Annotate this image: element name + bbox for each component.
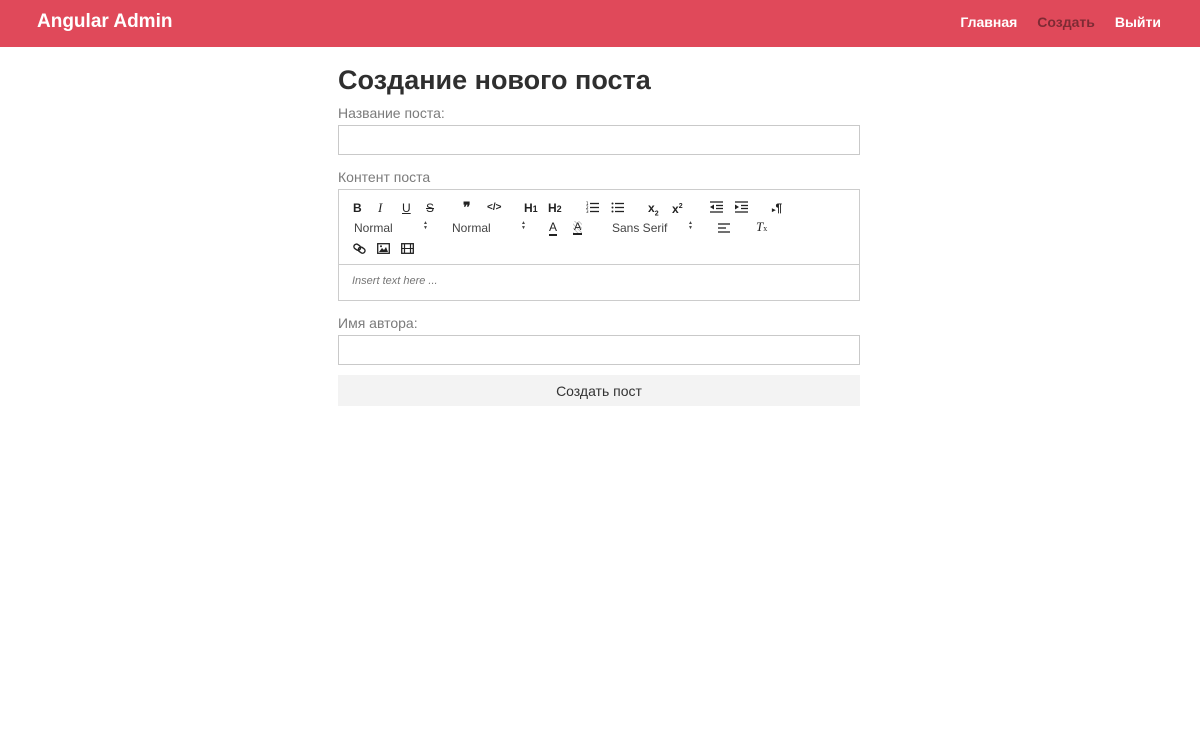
- header-picker[interactable]: Normal ▲ ▼: [354, 220, 429, 236]
- header-picker-label: Normal: [354, 221, 393, 235]
- outdent-icon[interactable]: [710, 201, 724, 213]
- navbar: Angular Admin Главная Создать Выйти: [0, 0, 1200, 47]
- font-picker-label: Sans Serif: [612, 221, 668, 235]
- editor-placeholder: Insert text here ...: [352, 275, 438, 287]
- link-icon[interactable]: [353, 243, 366, 254]
- svg-text:3: 3: [586, 209, 589, 214]
- bold-button[interactable]: B: [353, 201, 362, 215]
- align-left-icon[interactable]: [718, 223, 731, 233]
- code-block-button[interactable]: </>: [487, 201, 501, 215]
- create-post-button[interactable]: Создать пост: [338, 375, 860, 406]
- blockquote-button[interactable]: ❞: [463, 200, 471, 214]
- picker-arrows-icon: ▲ ▼: [688, 220, 693, 231]
- header2-button[interactable]: H2: [548, 201, 562, 216]
- post-content-label: Контент поста: [338, 169, 431, 185]
- image-icon[interactable]: [377, 243, 390, 254]
- nav-link-home[interactable]: Главная: [960, 14, 1017, 30]
- create-post-form: Создание нового поста Название поста: Ко…: [338, 64, 860, 406]
- bullet-list-icon[interactable]: [611, 201, 625, 214]
- editor-content-area[interactable]: Insert text here ...: [339, 265, 859, 300]
- nav-link-create[interactable]: Создать: [1037, 14, 1095, 30]
- superscript-button[interactable]: x2: [672, 200, 683, 216]
- subscript-button[interactable]: x2: [648, 201, 659, 221]
- background-color-icon[interactable]: A: [573, 220, 583, 235]
- italic-button[interactable]: I: [378, 201, 382, 215]
- editor-toolbar: B I U S ❞ </> H1 H2 123 x2 x2 ▸¶ Normal …: [339, 190, 859, 265]
- underline-button[interactable]: U: [402, 201, 411, 215]
- post-title-input[interactable]: [338, 125, 860, 155]
- size-picker[interactable]: Normal ▲ ▼: [452, 220, 527, 236]
- indent-icon[interactable]: [735, 201, 749, 213]
- author-label: Имя автора:: [338, 315, 418, 331]
- post-title-label: Название поста:: [338, 105, 445, 121]
- picker-arrows-icon: ▲ ▼: [423, 220, 428, 231]
- rich-text-editor: B I U S ❞ </> H1 H2 123 x2 x2 ▸¶ Normal …: [338, 189, 860, 301]
- text-color-icon[interactable]: A: [549, 220, 558, 236]
- picker-arrows-icon: ▲ ▼: [521, 220, 526, 231]
- nav-links: Главная Создать Выйти: [960, 14, 1161, 30]
- ordered-list-icon[interactable]: 123: [586, 201, 600, 214]
- header1-button[interactable]: H1: [524, 201, 538, 216]
- nav-link-logout[interactable]: Выйти: [1115, 14, 1161, 30]
- video-icon[interactable]: [401, 243, 414, 254]
- font-picker[interactable]: Sans Serif ▲ ▼: [612, 220, 694, 236]
- clear-format-icon[interactable]: Tx: [756, 220, 767, 236]
- strike-button[interactable]: S: [426, 201, 434, 215]
- text-direction-button[interactable]: ▸¶: [772, 201, 782, 218]
- author-input[interactable]: [338, 335, 860, 365]
- brand-logo[interactable]: Angular Admin: [37, 11, 172, 33]
- size-picker-label: Normal: [452, 221, 491, 235]
- page-title: Создание нового поста: [338, 65, 651, 95]
